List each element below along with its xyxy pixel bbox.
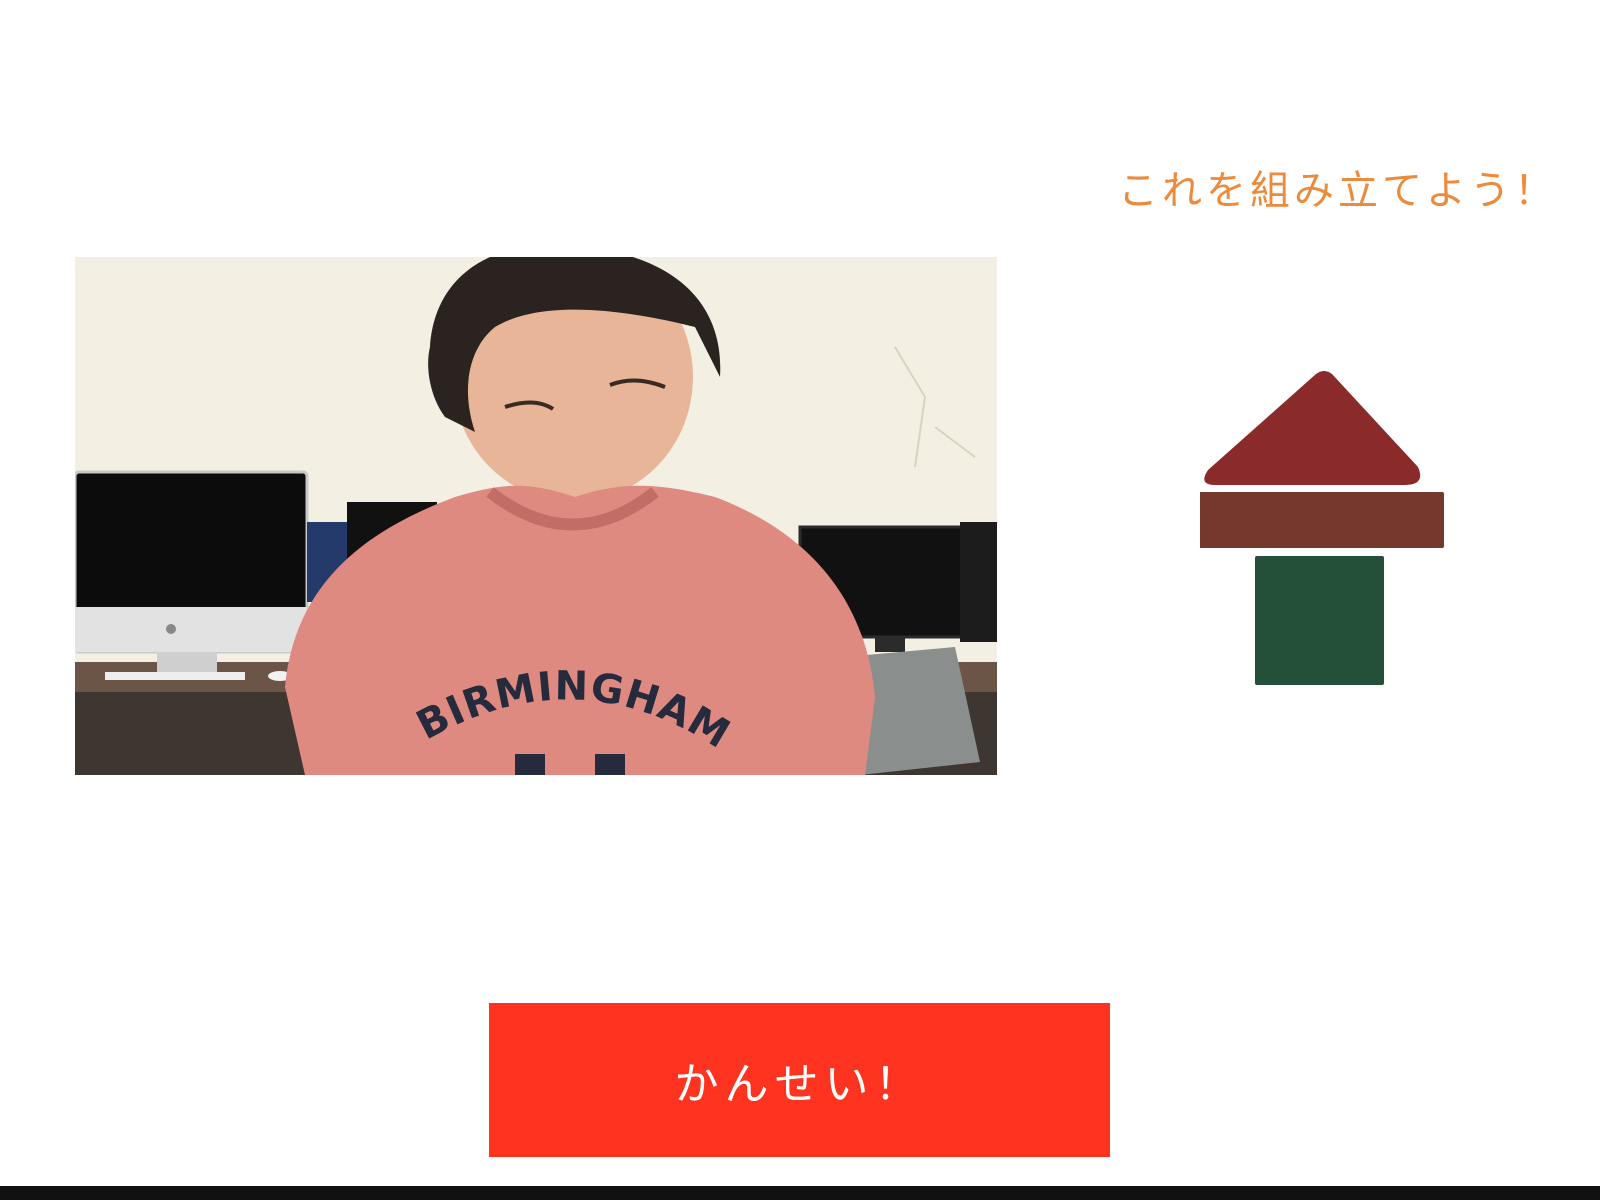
roof-triangle — [1204, 371, 1421, 485]
beam-rectangle — [1190, 492, 1444, 548]
target-model — [1190, 370, 1480, 700]
bottom-edge-bar — [0, 1186, 1600, 1200]
camera-preview: BIRMINGHAM — [75, 257, 997, 775]
instruction-text: これを組み立てよう！ — [1118, 168, 1558, 214]
base-square — [1255, 556, 1384, 685]
finish-button[interactable]: かんせい！ — [489, 1003, 1110, 1157]
